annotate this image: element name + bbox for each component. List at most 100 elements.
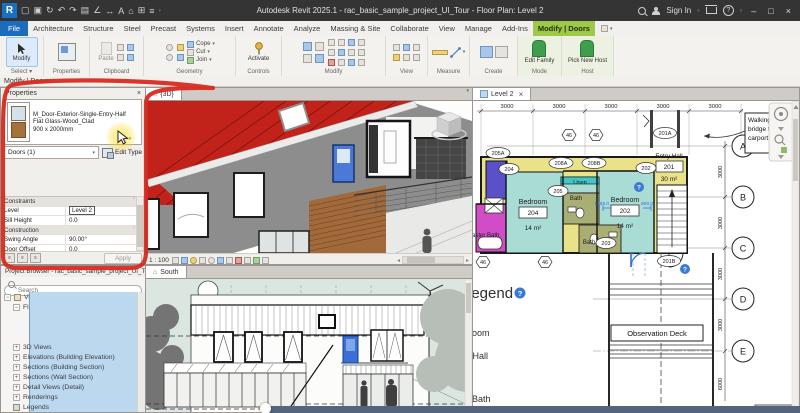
south-scrollbar[interactable]: [464, 279, 472, 413]
panel-label-host[interactable]: Host: [562, 68, 613, 76]
constraints-icon[interactable]: [261, 256, 269, 264]
tab-add-ins[interactable]: Add-Ins: [497, 21, 533, 36]
text-icon[interactable]: A: [118, 6, 124, 16]
type-selector[interactable]: M_Door-Exterior-Single-Entry-Half Flat G…: [4, 99, 142, 145]
paste-aligned-icon[interactable]: [126, 53, 134, 61]
reveal-hidden-icon[interactable]: [243, 256, 251, 264]
sync-icon[interactable]: ↻: [46, 5, 54, 16]
tab-insert[interactable]: Insert: [220, 21, 249, 36]
help-caret-icon[interactable]: ▾: [740, 8, 743, 14]
reveal-icon[interactable]: [413, 43, 420, 51]
search-icon[interactable]: [638, 6, 647, 15]
override-icon[interactable]: [393, 53, 400, 61]
3d-selected-door[interactable]: [332, 144, 355, 183]
sun-path-icon[interactable]: [189, 256, 197, 264]
video-progress-bar[interactable]: [266, 406, 800, 413]
panel-label-controls[interactable]: Controls: [236, 68, 281, 76]
undo-icon[interactable]: ↶: [58, 5, 66, 16]
split-icon[interactable]: [165, 53, 173, 61]
dimension-icon[interactable]: ↔: [105, 6, 114, 16]
shadows-icon[interactable]: [198, 256, 206, 264]
home-3d-icon[interactable]: ⌂: [128, 6, 133, 16]
tab-modify-doors[interactable]: Modify | Doors: [532, 21, 595, 36]
wall-joins-icon[interactable]: [165, 43, 173, 51]
tree-item-site[interactable]: Site: [1, 292, 138, 412]
type-selector-caret-icon[interactable]: ▾: [129, 136, 132, 142]
mirror-icon[interactable]: [327, 38, 335, 46]
redo-icon[interactable]: ↷: [69, 5, 77, 16]
ruler-icon[interactable]: [431, 49, 448, 55]
demolish-icon[interactable]: [176, 53, 184, 61]
crop-view-icon[interactable]: [216, 256, 224, 264]
tab-architecture[interactable]: Architecture: [28, 21, 78, 36]
tab-view[interactable]: View: [434, 21, 460, 36]
plan-tab[interactable]: Level 2 ×: [473, 88, 532, 100]
minimize-button[interactable]: –: [748, 6, 759, 16]
edit-witness-icon[interactable]: [357, 58, 365, 66]
pick-new-host-button[interactable]: Pick New Host: [568, 40, 607, 64]
elevation-selected-door[interactable]: [342, 335, 359, 364]
copy-icon[interactable]: [116, 43, 124, 51]
delete-icon[interactable]: [327, 58, 335, 66]
displace-icon[interactable]: [413, 53, 420, 61]
match-type-icon[interactable]: [126, 43, 134, 51]
qat-customize-icon[interactable]: ▾: [159, 8, 162, 14]
tab-massing-site[interactable]: Massing & Site: [325, 21, 385, 36]
south-canvas[interactable]: [146, 279, 472, 413]
plan-scrollbar[interactable]: [791, 101, 799, 413]
detail-level-icon[interactable]: [171, 256, 179, 264]
revit-logo[interactable]: R: [2, 3, 17, 18]
plan-selected-door[interactable]: [630, 252, 646, 277]
panel-label-select[interactable]: Select ▾: [0, 68, 43, 76]
apply-button[interactable]: Apply: [104, 252, 142, 264]
join-button[interactable]: Join ▾: [187, 56, 212, 64]
maximize-button[interactable]: □: [765, 6, 776, 16]
plan-canvas[interactable]: 3000 3000 3000 3000 3000 A B C D E 3000 …: [473, 101, 799, 413]
render-icon[interactable]: [207, 256, 215, 264]
section-icon[interactable]: ⊞: [138, 5, 146, 16]
tab-manage[interactable]: Manage: [460, 21, 497, 36]
panel-label-properties[interactable]: Properties: [44, 68, 89, 76]
sort-alphabetical-icon[interactable]: ≡: [4, 253, 15, 263]
copy-modify-icon[interactable]: [314, 53, 324, 63]
tab-precast[interactable]: Precast: [146, 21, 181, 36]
browser-scrollbar[interactable]: ˆ: [137, 292, 145, 412]
create-group-icon[interactable]: [494, 46, 508, 58]
sort-grouped-icon[interactable]: ≡: [17, 253, 28, 263]
measure-between-icon[interactable]: [449, 46, 461, 58]
linework-icon[interactable]: [403, 53, 410, 61]
tab-steel[interactable]: Steel: [119, 21, 146, 36]
ribbon-display-toggle[interactable]: ▾: [600, 21, 612, 36]
panel-label-measure[interactable]: Measure: [428, 68, 469, 76]
array-icon[interactable]: [337, 48, 345, 56]
view-3d-tab[interactable]: ⌂ {3D}: [146, 88, 182, 100]
view-3d-canvas[interactable]: [146, 101, 472, 253]
plan-tab-close-icon[interactable]: ×: [519, 90, 524, 99]
cope-button[interactable]: Cope ▾: [187, 40, 215, 48]
tab-structure[interactable]: Structure: [78, 21, 118, 36]
navigation-bar[interactable]: [768, 102, 794, 162]
offset-icon[interactable]: [302, 53, 312, 63]
unpin-icon[interactable]: [337, 58, 345, 66]
match-icon[interactable]: [347, 58, 355, 66]
sort-filter-icon[interactable]: ≡: [30, 253, 41, 263]
properties-scrollbar[interactable]: [136, 196, 144, 251]
tab-analyze[interactable]: Analyze: [289, 21, 326, 36]
align-icon[interactable]: [302, 41, 312, 51]
rotate-icon[interactable]: [337, 38, 345, 46]
view-3d-hscrollbar[interactable]: ◂ ▸: [397, 256, 469, 264]
tab-systems[interactable]: Systems: [181, 21, 220, 36]
open-icon[interactable]: ▢: [21, 5, 30, 16]
panel-label-modify[interactable]: Modify: [282, 68, 385, 76]
sign-in-link[interactable]: Sign In: [666, 6, 691, 15]
paint-icon[interactable]: [176, 43, 184, 51]
tab-collaborate[interactable]: Collaborate: [385, 21, 433, 36]
edit-type-button[interactable]: Edit Type: [102, 147, 142, 159]
visual-style-icon[interactable]: [180, 256, 188, 264]
save-icon[interactable]: ▣: [34, 5, 43, 16]
cut-button[interactable]: Cut ▾: [187, 48, 210, 56]
edit-family-button[interactable]: Edit Family: [525, 40, 554, 64]
close-button[interactable]: ×: [783, 6, 794, 16]
panel-label-mode[interactable]: Mode: [518, 68, 561, 76]
tab-annotate[interactable]: Annotate: [249, 21, 289, 36]
